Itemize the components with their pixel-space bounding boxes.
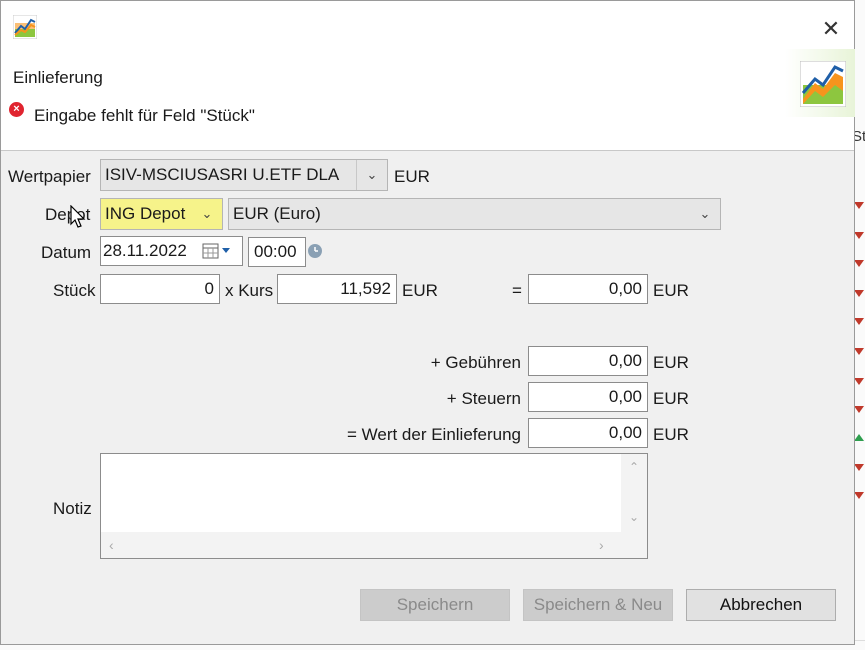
currency-account-select[interactable]: EUR (Euro) ⌄: [228, 198, 721, 230]
time-value: 00:00: [254, 242, 297, 261]
dialog-banner: [785, 49, 855, 117]
trend-down-icon: [854, 202, 864, 209]
wertpapier-currency: EUR: [394, 167, 430, 186]
vertical-scrollbar[interactable]: ⌃ ⌄: [621, 454, 647, 534]
steuern-currency: EUR: [653, 389, 689, 408]
chevron-down-icon[interactable]: ⌄: [690, 199, 720, 229]
kurs-input[interactable]: 11,592: [277, 274, 397, 304]
scroll-up-icon[interactable]: ⌃: [629, 460, 639, 474]
datum-label: Datum: [41, 243, 92, 262]
close-button[interactable]: ✕: [813, 11, 849, 47]
equals-sign: =: [512, 281, 522, 300]
trend-down-icon: [854, 378, 864, 385]
gebuehren-input[interactable]: 0,00: [528, 346, 648, 376]
stueck-label: Stück: [53, 281, 96, 300]
chevron-down-icon[interactable]: ⌄: [192, 199, 222, 229]
time-field[interactable]: 00:00: [248, 237, 306, 267]
einlieferung-dialog: ✕ Einlieferung × Eingabe fehlt für Feld …: [0, 0, 855, 645]
depot-value: ING Depot: [105, 204, 186, 223]
error-message: Eingabe fehlt für Feld "Stück": [34, 106, 255, 125]
trend-down-icon: [854, 348, 864, 355]
save-new-button[interactable]: Speichern & Neu: [523, 589, 673, 621]
app-logo-icon: [800, 61, 846, 107]
clock-icon[interactable]: [307, 243, 323, 259]
mouse-cursor-icon: [70, 205, 86, 228]
notiz-textarea[interactable]: ⌃ ⌄ ‹ ›: [100, 453, 648, 559]
trend-down-icon: [854, 290, 864, 297]
trend-down-icon: [854, 492, 864, 499]
steuern-label: + Steuern: [446, 389, 521, 408]
wertpapier-value: ISIV-MSCIUSASRI U.ETF DLA: [105, 165, 340, 184]
trend-up-icon: [854, 434, 864, 441]
calendar-icon[interactable]: [202, 242, 232, 260]
trend-down-icon: [854, 260, 864, 267]
scroll-down-icon[interactable]: ⌄: [629, 510, 639, 524]
wertpapier-select[interactable]: ISIV-MSCIUSASRI U.ETF DLA ⌄: [100, 159, 388, 191]
currency-account-value: EUR (Euro): [233, 204, 321, 223]
trend-down-icon: [854, 406, 864, 413]
notiz-label: Notiz: [53, 499, 92, 518]
chevron-down-icon[interactable]: ⌄: [357, 160, 387, 190]
error-icon: ×: [9, 102, 24, 117]
scroll-left-icon[interactable]: ‹: [109, 537, 114, 553]
total-currency: EUR: [653, 281, 689, 300]
scroll-right-icon[interactable]: ›: [599, 537, 604, 553]
gebuehren-label: + Gebühren: [430, 353, 521, 372]
steuern-input[interactable]: 0,00: [528, 382, 648, 412]
depot-select[interactable]: ING Depot ⌄: [100, 198, 223, 230]
trend-down-icon: [854, 464, 864, 471]
app-logo-icon: [13, 15, 37, 39]
wertpapier-label: Wertpapier: [8, 167, 91, 186]
total-value-field[interactable]: 0,00: [528, 274, 648, 304]
kurs-currency: EUR: [402, 281, 438, 300]
save-button[interactable]: Speichern: [360, 589, 510, 621]
wert-currency: EUR: [653, 425, 689, 444]
dialog-title: Einlieferung: [13, 68, 103, 87]
gebuehren-currency: EUR: [653, 353, 689, 372]
date-value: 28.11.2022: [103, 241, 187, 260]
horizontal-scrollbar[interactable]: ‹ ›: [101, 532, 647, 558]
dialog-header: ✕ Einlieferung × Eingabe fehlt für Feld …: [1, 1, 855, 151]
trend-down-icon: [854, 232, 864, 239]
wert-input[interactable]: 0,00: [528, 418, 648, 448]
trend-down-icon: [854, 318, 864, 325]
stueck-input[interactable]: 0: [100, 274, 220, 304]
cancel-button[interactable]: Abbrechen: [686, 589, 836, 621]
kurs-label: x Kurs: [225, 281, 274, 300]
wert-label: = Wert der Einlieferung: [346, 425, 521, 444]
